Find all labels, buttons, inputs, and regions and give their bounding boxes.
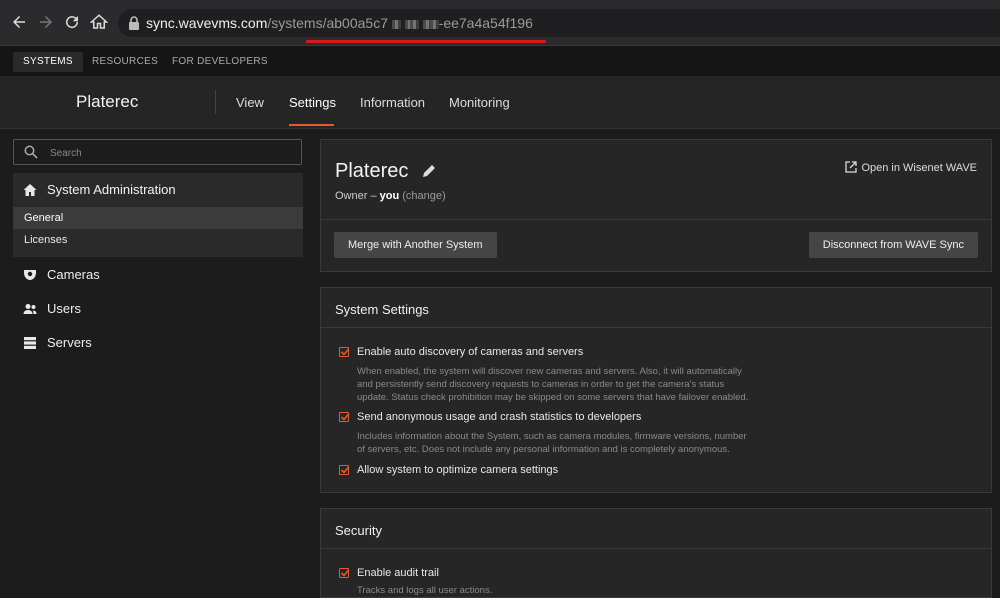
description-line: When enabled, the system will discover n…	[357, 366, 742, 377]
url-path-end: -ee7a4a54f196	[438, 15, 533, 31]
option-description: When enabled, the system will discover n…	[357, 365, 787, 404]
forward-arrow-icon[interactable]	[37, 13, 55, 31]
system-panel: Platerec Owner – you (change) Open in Wi…	[320, 139, 992, 272]
nav-settings[interactable]: Settings	[289, 95, 336, 110]
sidebar-item-licenses[interactable]: Licenses	[13, 229, 303, 251]
owner-prefix: Owner –	[335, 190, 380, 202]
header-divider	[215, 90, 216, 114]
description-line: Includes information about the System, s…	[357, 431, 747, 442]
sidebar-item-label: Servers	[47, 335, 92, 350]
active-tab-indicator	[289, 124, 334, 126]
url-text: sync.wavevms.com/systems/ab00a5c7 -ee7a4…	[146, 15, 533, 31]
sidebar-item-label: System Administration	[47, 182, 176, 197]
tab-for-developers[interactable]: FOR DEVELOPERS	[162, 52, 278, 72]
system-header: Platerec View Settings Information Monit…	[0, 76, 1000, 129]
description-line: of servers, etc. Does not include any pe…	[357, 444, 730, 455]
sidebar-item-general[interactable]: General	[13, 207, 303, 229]
owner-name: you	[379, 190, 400, 202]
owner-line: Owner – you (change)	[335, 190, 446, 202]
home-icon	[23, 184, 37, 196]
option-label: Allow system to optimize camera settings	[357, 464, 559, 476]
option-description: Includes information about the System, s…	[357, 430, 787, 456]
top-tabs: SYSTEMS RESOURCES FOR DEVELOPERS	[0, 46, 1000, 76]
section-title: Security	[335, 523, 382, 538]
section-title: System Settings	[335, 302, 429, 317]
back-arrow-icon[interactable]	[10, 13, 28, 31]
redacted-text	[429, 19, 439, 29]
open-link-label: Open in Wisenet WAVE	[861, 162, 977, 174]
auto-discovery-checkbox[interactable]	[339, 347, 350, 357]
sidebar-search	[13, 139, 302, 165]
users-icon	[23, 304, 37, 314]
panel-divider	[321, 548, 991, 549]
reload-icon[interactable]	[63, 13, 81, 31]
usage-statistics-checkbox[interactable]	[339, 412, 350, 422]
lock-icon	[128, 16, 140, 30]
edit-pencil-icon[interactable]	[422, 164, 436, 178]
sidebar-item-label: Users	[47, 301, 81, 316]
nav-information[interactable]: Information	[360, 95, 425, 110]
option-description: Tracks and logs all user actions.	[357, 585, 493, 596]
description-line: update. Status check prohibition may be …	[357, 392, 749, 403]
system-settings-panel: System Settings Enable auto discovery of…	[320, 287, 992, 493]
nav-view[interactable]: View	[236, 95, 264, 110]
url-path-start: /systems/ab00a5c7	[267, 15, 388, 31]
home-icon[interactable]	[90, 13, 108, 31]
optimize-camera-checkbox[interactable]	[339, 465, 350, 475]
change-owner-link[interactable]: (change)	[402, 190, 445, 202]
option-label: Enable audit trail	[357, 567, 439, 579]
annotation-underline	[306, 40, 546, 43]
sidebar-system-administration: System Administration General Licenses	[13, 173, 303, 257]
nav-monitoring[interactable]: Monitoring	[449, 95, 510, 110]
description-line: and persistently send discovery requests…	[357, 379, 725, 390]
panel-system-name: Platerec	[335, 160, 409, 182]
url-host: sync.wavevms.com	[146, 15, 268, 31]
security-panel: Security Enable audit trail Tracks and l…	[320, 508, 992, 598]
redacted-text	[422, 19, 430, 29]
audit-trail-checkbox[interactable]	[339, 568, 350, 578]
option-label: Enable auto discovery of cameras and ser…	[357, 346, 584, 358]
system-name: Platerec	[76, 92, 139, 111]
search-icon	[24, 145, 38, 159]
redacted-text	[391, 19, 401, 29]
external-link-icon	[845, 161, 858, 173]
sidebar-item-label: Cameras	[47, 267, 100, 282]
browser-toolbar: sync.wavevms.com/systems/ab00a5c7 -ee7a4…	[0, 0, 1000, 46]
tab-resources[interactable]: RESOURCES	[82, 52, 168, 72]
tab-systems[interactable]: SYSTEMS	[13, 52, 83, 72]
camera-icon	[24, 270, 36, 280]
address-bar[interactable]: sync.wavevms.com/systems/ab00a5c7 -ee7a4…	[118, 9, 1000, 37]
panel-divider	[321, 219, 991, 220]
servers-icon	[24, 337, 36, 349]
redacted-text	[409, 19, 419, 29]
search-input[interactable]	[48, 143, 292, 163]
option-label: Send anonymous usage and crash statistic…	[357, 411, 642, 423]
disconnect-button[interactable]: Disconnect from WAVE Sync	[808, 232, 978, 258]
panel-divider	[321, 327, 991, 328]
merge-system-button[interactable]: Merge with Another System	[334, 232, 497, 258]
open-in-client-link[interactable]: Open in Wisenet WAVE	[845, 161, 977, 174]
